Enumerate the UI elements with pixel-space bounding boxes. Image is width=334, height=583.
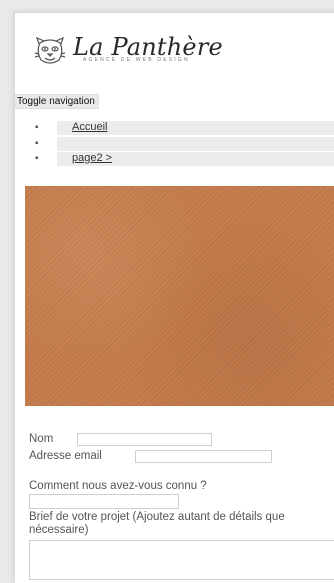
nav-item-page2: ▪ page2 >: [35, 151, 334, 166]
hero-texture-image: [25, 186, 334, 406]
connu-label: Comment nous avez-vous connu ?: [29, 480, 207, 492]
brief-label: Brief de votre projet (Ajoutez autant de…: [29, 511, 285, 536]
nav-item-empty: ▪: [35, 136, 334, 151]
nav-link-accueil[interactable]: Accueil: [72, 120, 107, 134]
connu-input[interactable]: [29, 494, 179, 509]
brief-textarea[interactable]: [29, 540, 334, 580]
contact-form: Nom Adresse email Comment nous avez-vous…: [29, 433, 334, 580]
bullet-icon: ▪: [35, 122, 39, 133]
brand-text: La Panthère AGENCE DE WEB DESIGN: [73, 34, 243, 63]
logo[interactable]: La Panthère AGENCE DE WEB DESIGN: [33, 34, 223, 70]
panther-head-icon: [34, 36, 66, 64]
email-label: Adresse email: [29, 450, 102, 462]
nom-label: Nom: [29, 433, 54, 445]
page-frame: La Panthère AGENCE DE WEB DESIGN Toggle …: [14, 12, 334, 583]
nav-item-accueil: ▪ Accueil: [35, 120, 334, 136]
toggle-navigation-button[interactable]: Toggle navigation: [15, 94, 99, 109]
nom-row: Nom: [29, 433, 334, 446]
bullet-icon: ▪: [35, 138, 39, 149]
bullet-icon: ▪: [35, 153, 39, 164]
email-row: Adresse email: [29, 450, 334, 463]
email-input[interactable]: [135, 450, 272, 463]
nav-menu: ▪ Accueil ▪ ▪ page2 >: [35, 120, 334, 166]
nom-input[interactable]: [77, 433, 212, 446]
nav-item-background: [57, 136, 334, 151]
nav-link-page2[interactable]: page2 >: [72, 151, 112, 165]
